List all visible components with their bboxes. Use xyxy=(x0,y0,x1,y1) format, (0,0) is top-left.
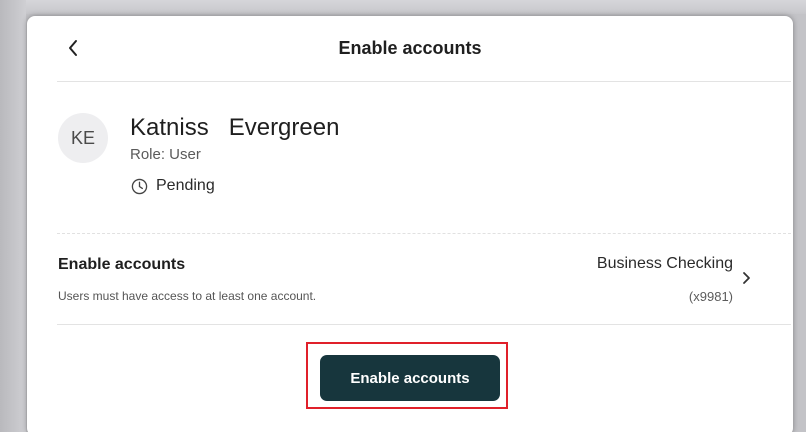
enable-accounts-button[interactable]: Enable accounts xyxy=(320,355,500,401)
footer-divider xyxy=(57,324,791,325)
header-divider xyxy=(57,81,791,82)
account-name: Business Checking xyxy=(596,255,733,272)
avatar-initials: KE xyxy=(70,127,95,148)
enable-accounts-row[interactable]: Enable accounts Users must have access t… xyxy=(27,234,793,326)
status-badge: Pending xyxy=(131,177,215,195)
background-top xyxy=(0,0,806,14)
avatar: KE xyxy=(58,113,108,163)
row-subtitle: Users must have access to at least one a… xyxy=(58,289,317,303)
card-header: Enable accounts xyxy=(27,16,793,80)
clock-icon xyxy=(131,178,148,194)
row-title: Enable accounts xyxy=(58,256,186,273)
enable-accounts-card: Enable accounts KE Katniss Evergreen Rol… xyxy=(27,16,793,432)
page-title: Enable accounts xyxy=(338,38,482,58)
status-text: Pending xyxy=(156,177,215,194)
user-name: Katniss Evergreen xyxy=(130,114,340,141)
user-role: Role: User xyxy=(130,146,201,163)
chevron-right-icon xyxy=(743,272,750,284)
background-left xyxy=(0,0,26,432)
account-number: (x9981) xyxy=(688,289,733,304)
